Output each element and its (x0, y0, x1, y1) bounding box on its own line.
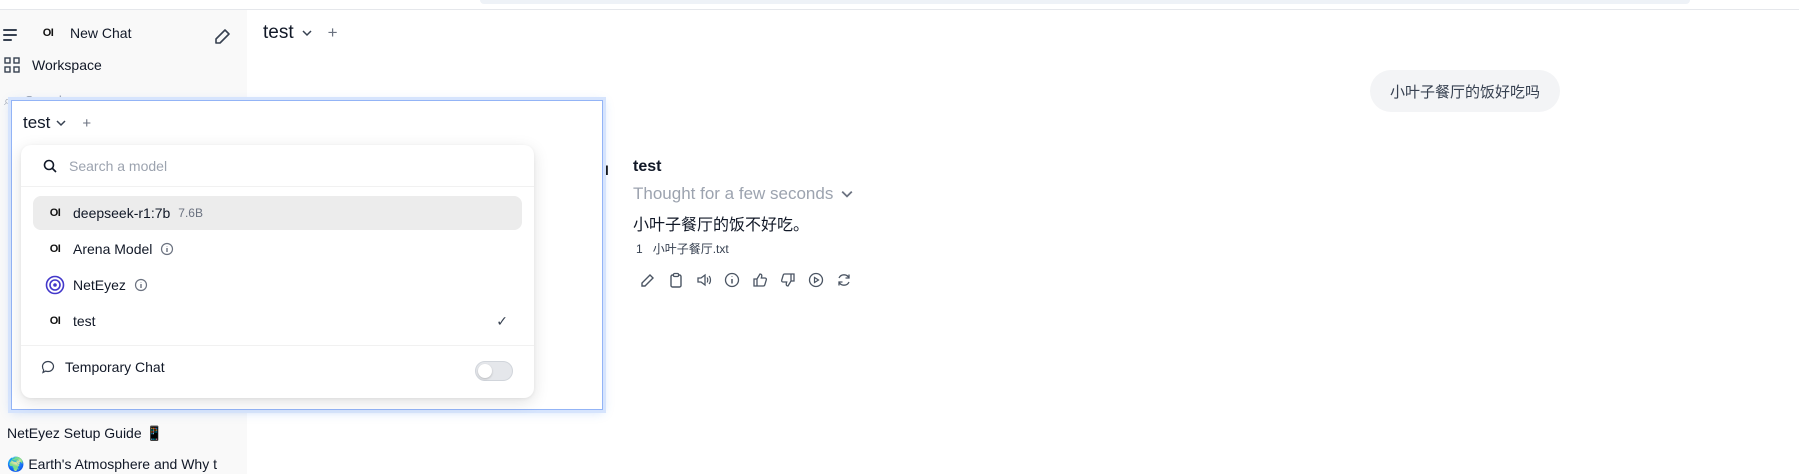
chevron-down-icon[interactable] (56, 118, 66, 128)
popup-header[interactable]: test + (23, 113, 91, 133)
info-icon[interactable] (722, 270, 741, 289)
model-option-test[interactable]: OI test ✓ (33, 304, 522, 338)
chat-title: NetEyez Setup Guide 📱 (7, 425, 163, 441)
model-selector-header[interactable]: test + (263, 22, 338, 44)
chevron-down-icon[interactable] (302, 28, 312, 38)
model-selector-popup: test + OI deepseek-r1:7b 7.6B OI Arena M… (11, 100, 603, 410)
add-model-icon[interactable]: + (328, 23, 338, 43)
user-message-bubble: 小叶子餐厅的饭好吃吗 (1370, 70, 1561, 112)
popup-title: test (23, 113, 51, 132)
speaker-icon[interactable] (694, 270, 713, 289)
regenerate-icon[interactable] (834, 270, 853, 289)
model-title: test (263, 22, 294, 43)
model-name: NetEyez (73, 277, 126, 293)
menu-icon[interactable] (3, 29, 19, 41)
citation-file: 小叶子餐厅.txt (652, 242, 729, 256)
model-name: test (73, 313, 96, 329)
search-icon (43, 159, 57, 173)
model-option-deepseek[interactable]: OI deepseek-r1:7b 7.6B (33, 196, 522, 230)
info-icon[interactable] (160, 242, 174, 256)
sidebar-chat-item[interactable]: 🌍 Earth's Atmosphere and Why t (7, 456, 235, 473)
model-name: Arena Model (73, 241, 153, 257)
toggle-knob (478, 364, 492, 378)
thumbs-up-icon[interactable] (750, 270, 769, 289)
sidebar-chat-item[interactable]: NetEyez Setup Guide 📱 (7, 425, 163, 442)
openwebui-logo-icon: OI (42, 27, 54, 39)
model-option-arena[interactable]: OI Arena Model (33, 232, 522, 266)
message-actions (638, 270, 853, 289)
model-dropdown: OI deepseek-r1:7b 7.6B OI Arena Model Ne… (21, 145, 534, 398)
sidebar-item-workspace[interactable]: Workspace (4, 57, 102, 73)
model-search-input[interactable] (69, 157, 469, 174)
openwebui-logo-icon: OI (49, 315, 61, 327)
new-chat-label: New Chat (70, 25, 132, 41)
workspace-label: Workspace (32, 57, 102, 73)
chat-title: 🌍 Earth's Atmosphere and Why t (7, 456, 217, 472)
assistant-answer: 小叶子餐厅的饭不好吃。 (633, 217, 810, 234)
add-model-icon[interactable]: + (82, 115, 91, 132)
model-name: deepseek-r1:7b (73, 205, 171, 221)
edit-icon[interactable] (213, 26, 233, 46)
thought-toggle[interactable]: Thought for a few seconds (633, 184, 853, 204)
temporary-chat-row: Temporary Chat (41, 359, 165, 375)
temporary-chat-label: Temporary Chat (65, 359, 165, 375)
thumbs-down-icon[interactable] (778, 270, 797, 289)
new-chat-button[interactable]: OI New Chat (38, 25, 132, 41)
chat-bubble-icon (41, 360, 55, 374)
openwebui-logo-icon: OI (49, 243, 61, 255)
model-size: 7.6B (178, 206, 203, 220)
top-bar-pill (480, 0, 1690, 4)
workspace-icon (4, 57, 20, 73)
citation[interactable]: 1 小叶子餐厅.txt (636, 240, 729, 257)
openwebui-logo-icon: OI (49, 207, 61, 219)
checkmark-icon: ✓ (496, 312, 508, 329)
user-message-text: 小叶子餐厅的饭好吃吗 (1390, 83, 1541, 101)
top-bar (0, 0, 1799, 10)
edit-icon[interactable] (638, 270, 657, 289)
play-icon[interactable] (806, 270, 825, 289)
citation-index: 1 (636, 241, 643, 256)
thought-label: Thought for a few seconds (633, 184, 834, 203)
copy-icon[interactable] (666, 270, 685, 289)
divider (21, 345, 534, 346)
info-icon[interactable] (134, 278, 148, 292)
model-search (21, 145, 534, 187)
temporary-chat-toggle[interactable] (475, 361, 513, 381)
neteyez-logo-icon (45, 275, 65, 295)
assistant-name: test (633, 158, 662, 175)
chevron-down-icon (841, 190, 853, 198)
model-option-neteyez[interactable]: NetEyez (33, 268, 522, 302)
